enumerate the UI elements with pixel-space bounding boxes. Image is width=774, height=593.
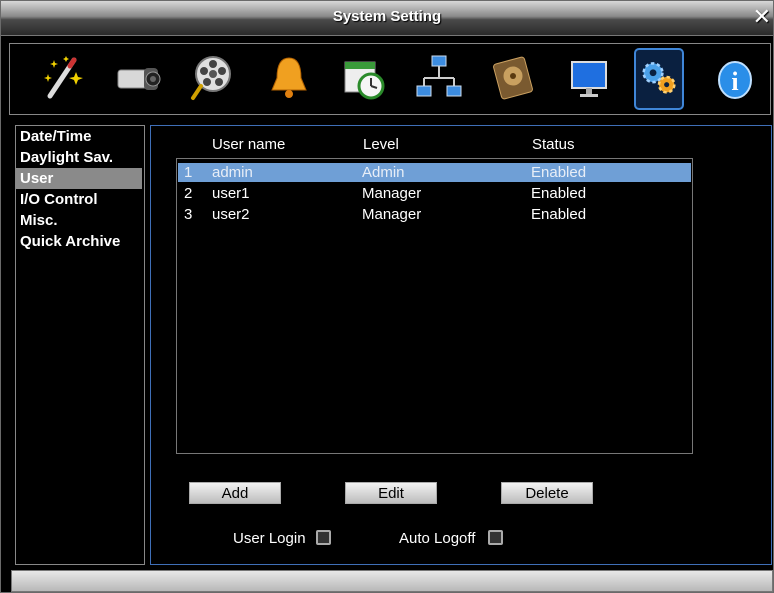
- auto-logoff-checkbox[interactable]: [488, 530, 503, 545]
- row-user-name: user1: [212, 185, 250, 202]
- row-level: Manager: [362, 185, 422, 202]
- title-bar: System Setting ✕: [1, 1, 773, 36]
- system-setting-window: System Setting ✕ i Date/Time Daylight Sa…: [0, 0, 774, 593]
- row-status: Enabled: [531, 185, 587, 202]
- user-row[interactable]: 1 admin Admin Enabled: [178, 163, 691, 182]
- menu-item-misc[interactable]: Misc.: [16, 210, 144, 231]
- row-number: 1: [184, 164, 193, 181]
- user-login-checkbox[interactable]: [316, 530, 331, 545]
- alarm-bell-icon[interactable]: [262, 52, 316, 106]
- row-status: Enabled: [531, 164, 587, 181]
- menu-item-quick-archive[interactable]: Quick Archive: [16, 231, 144, 252]
- menu-item-user[interactable]: User: [16, 168, 142, 189]
- settings-toolbar: i: [9, 43, 771, 115]
- add-button[interactable]: Add: [189, 482, 281, 504]
- row-user-name: user2: [212, 206, 250, 223]
- film-reel-search-icon[interactable]: [187, 52, 241, 106]
- hdd-disk-icon[interactable]: [487, 52, 541, 106]
- column-header-status: Status: [532, 136, 575, 153]
- status-bar: [11, 570, 773, 592]
- user-row[interactable]: 3 user2 Manager Enabled: [178, 205, 691, 224]
- settings-menu: Date/Time Daylight Sav. User I/O Control…: [15, 125, 145, 565]
- row-number: 2: [184, 185, 193, 202]
- close-icon[interactable]: ✕: [753, 4, 771, 30]
- svg-text:i: i: [731, 67, 738, 96]
- user-settings-panel: User name Level Status 1 admin Admin Ena…: [150, 125, 772, 565]
- row-number: 3: [184, 206, 193, 223]
- menu-item-io-control[interactable]: I/O Control: [16, 189, 144, 210]
- column-header-level: Level: [363, 136, 399, 153]
- info-icon[interactable]: i: [708, 52, 762, 106]
- row-status: Enabled: [531, 206, 587, 223]
- network-icon[interactable]: [412, 52, 466, 106]
- wizard-wand-icon[interactable]: [36, 52, 90, 106]
- auto-logoff-label: Auto Logoff: [399, 530, 476, 547]
- edit-button[interactable]: Edit: [345, 482, 437, 504]
- system-gears-icon[interactable]: [634, 48, 684, 110]
- row-level: Admin: [362, 164, 405, 181]
- monitor-display-icon[interactable]: [562, 52, 616, 106]
- row-user-name: admin: [212, 164, 253, 181]
- menu-item-date-time[interactable]: Date/Time: [16, 126, 144, 147]
- menu-item-daylight-saving[interactable]: Daylight Sav.: [16, 147, 144, 168]
- column-header-user-name: User name: [212, 136, 286, 153]
- user-row[interactable]: 2 user1 Manager Enabled: [178, 184, 691, 203]
- user-login-label: User Login: [233, 530, 306, 547]
- user-list[interactable]: 1 admin Admin Enabled 2 user1 Manager En…: [176, 158, 693, 454]
- camera-icon[interactable]: [112, 52, 166, 106]
- delete-button[interactable]: Delete: [501, 482, 593, 504]
- row-level: Manager: [362, 206, 422, 223]
- schedule-clock-icon[interactable]: [337, 52, 391, 106]
- window-title: System Setting: [332, 8, 442, 25]
